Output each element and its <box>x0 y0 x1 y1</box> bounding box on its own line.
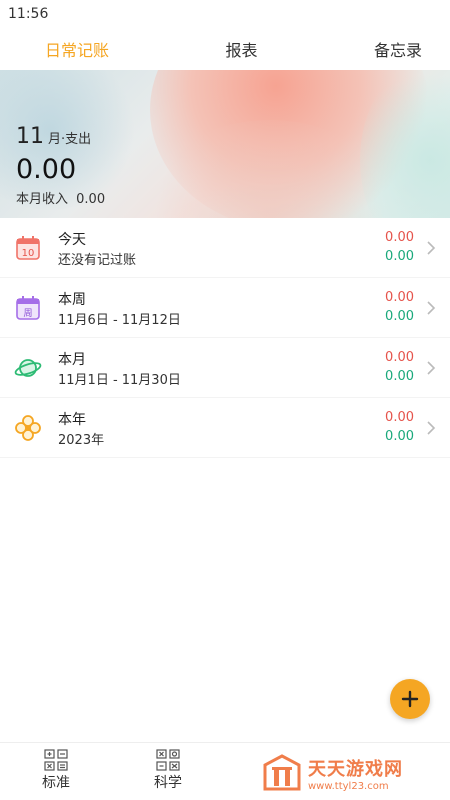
summary-month-number: 11 <box>16 124 44 149</box>
summary-income: 本月收入 0.00 <box>16 188 105 207</box>
period-subtitle: 11月6日 - 11月12日 <box>58 313 181 328</box>
calendar-week-icon: 周 <box>16 296 40 320</box>
chevron-right-icon <box>427 301 436 315</box>
period-income: 0.00 <box>385 369 414 384</box>
tab-memo[interactable]: 备忘录 <box>374 37 422 61</box>
period-subtitle: 2023年 <box>58 433 105 448</box>
period-expense: 0.00 <box>385 230 414 245</box>
period-title: 本月 <box>58 352 86 368</box>
bottom-bar: 标准 科学 天天游戏网 www.ttyl23.com <box>0 742 450 800</box>
period-expense: 0.00 <box>385 290 414 305</box>
scientific-calculator-button[interactable]: 科学 <box>143 749 193 792</box>
period-row-month[interactable]: 本月 11月1日 - 11月30日 0.00 0.00 <box>0 338 450 398</box>
summary-income-label: 本月收入 <box>16 192 69 207</box>
summary-month-label: 月·支出 <box>48 132 92 147</box>
summary-income-value: 0.00 <box>76 192 106 207</box>
watermark-url: www.ttyl23.com <box>308 780 389 792</box>
period-expense: 0.00 <box>385 350 414 365</box>
period-income: 0.00 <box>385 309 414 324</box>
tab-reports[interactable]: 报表 <box>225 37 257 61</box>
standard-calculator-button[interactable]: 标准 <box>31 749 81 792</box>
period-title: 今天 <box>58 232 86 248</box>
watermark-title: 天天游戏网 <box>308 758 403 780</box>
planet-icon <box>14 359 42 377</box>
summary-month: 11 月·支出 <box>16 124 91 149</box>
chevron-right-icon <box>427 241 436 255</box>
period-expense: 0.00 <box>385 410 414 425</box>
add-record-button[interactable] <box>390 679 430 719</box>
period-title: 本年 <box>58 412 86 428</box>
period-row-year[interactable]: 本年 2023年 0.00 0.00 <box>0 398 450 458</box>
period-list: 10 今天 还没有记过账 0.00 0.00 周 本周 11月6日 - 11月1… <box>0 218 450 458</box>
plus-icon <box>401 690 419 708</box>
standard-calculator-label: 标准 <box>42 775 70 791</box>
period-title: 本周 <box>58 292 86 308</box>
period-income: 0.00 <box>385 249 414 264</box>
chevron-right-icon <box>427 361 436 375</box>
monthly-summary-banner: 11 月·支出 0.00 本月收入 0.00 <box>0 70 450 218</box>
period-subtitle: 还没有记过账 <box>58 253 137 268</box>
chevron-right-icon <box>427 421 436 435</box>
scientific-calculator-label: 科学 <box>154 775 182 791</box>
top-tabs: 日常记账 报表 备忘录 <box>0 28 450 70</box>
period-subtitle: 11月1日 - 11月30日 <box>58 373 181 388</box>
summary-expense-total: 0.00 <box>16 154 77 185</box>
calculator-icon <box>44 749 68 771</box>
watermark-logo-icon <box>263 754 301 791</box>
status-time: 11:56 <box>8 6 49 22</box>
status-bar: 11:56 <box>0 0 450 28</box>
calendar-today-icon: 10 <box>16 236 40 260</box>
scientific-calculator-icon <box>156 749 180 771</box>
calendar-today-number: 10 <box>22 248 35 259</box>
calendar-week-char: 周 <box>23 308 32 319</box>
period-row-week[interactable]: 周 本周 11月6日 - 11月12日 0.00 0.00 <box>0 278 450 338</box>
tab-daily-bookkeeping[interactable]: 日常记账 <box>45 37 109 61</box>
site-watermark: 天天游戏网 www.ttyl23.com <box>262 749 448 797</box>
period-income: 0.00 <box>385 429 414 444</box>
clover-icon <box>15 415 41 441</box>
period-row-today[interactable]: 10 今天 还没有记过账 0.00 0.00 <box>0 218 450 278</box>
